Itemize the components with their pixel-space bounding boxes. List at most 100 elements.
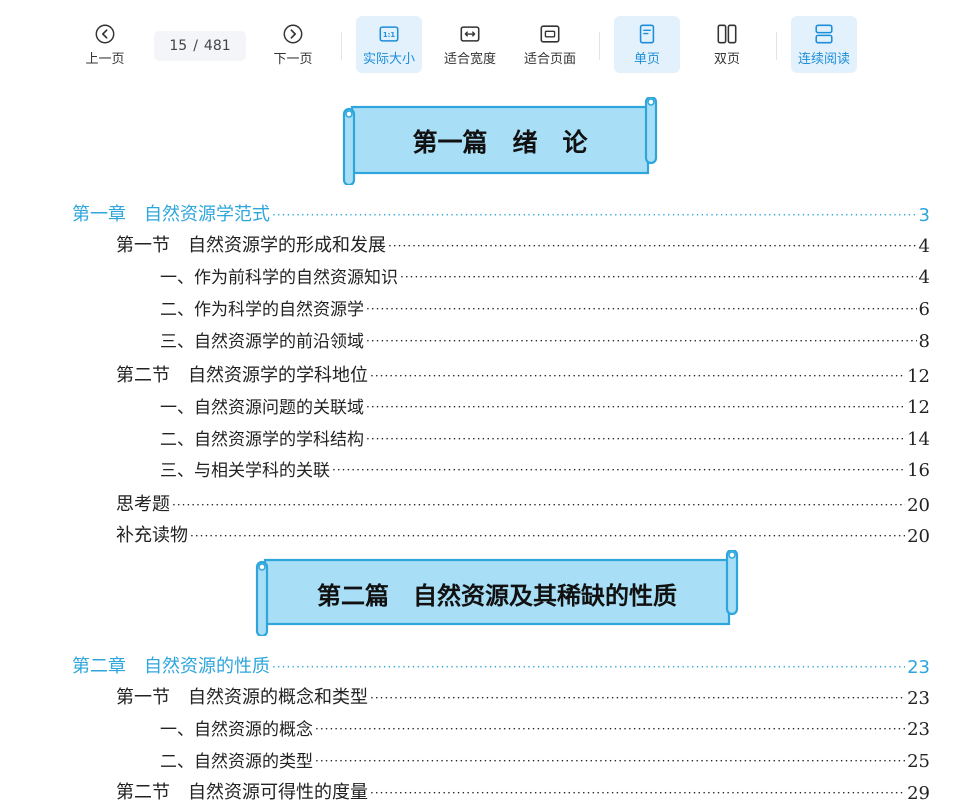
toc-entry-sub[interactable]: 一、自然资源问题的关联域 12	[160, 388, 930, 418]
toc-entry-sub[interactable]: 二、作为科学的自然资源学 6	[160, 290, 930, 320]
toc-entry-sub[interactable]: 一、自然资源的概念 23	[160, 710, 930, 740]
toc-leader-dots	[366, 302, 917, 316]
total-pages: 481	[203, 38, 231, 54]
next-page-label: 下一页	[273, 51, 313, 67]
toc-entry-page-number: 23	[907, 688, 930, 709]
toc-entry-sub[interactable]: 二、自然资源的类型 25	[160, 742, 930, 772]
toc-leader-dots	[370, 691, 905, 705]
fit-page-label: 适合页面	[523, 51, 576, 67]
continuous-reading-label: 连续阅读	[797, 51, 850, 67]
toc-entry-chapter[interactable]: 第二章 自然资源的性质 23	[72, 648, 930, 678]
toc-entry-section[interactable]: 第一节 自然资源的概念和类型 23	[116, 679, 930, 709]
part-title-banner: 第一篇 绪 论	[342, 97, 658, 185]
prev-page-button[interactable]: 上一页	[76, 16, 134, 73]
toc-entry-page-number: 29	[907, 783, 930, 804]
toc-leader-dots	[272, 208, 917, 222]
single-page-button[interactable]: 单页	[614, 16, 680, 73]
toc-entry-title: 补充读物	[116, 525, 188, 546]
single-page-label: 单页	[633, 51, 660, 67]
toc-entry-title: 二、自然资源学的学科结构	[160, 430, 364, 450]
toc-entry-page-number: 4	[918, 236, 930, 257]
fit-width-label: 适合宽度	[443, 51, 496, 67]
toc-entry-page-number: 8	[918, 331, 930, 352]
circle-chevron-right-icon	[283, 24, 303, 43]
toc-entry-sub[interactable]: 一、作为前科学的自然资源知识 4	[160, 258, 930, 288]
toc-leader-dots	[366, 400, 905, 414]
toc-leader-dots	[370, 369, 905, 383]
actual-size-icon-text: 1:1	[383, 30, 396, 38]
page-separator: /	[193, 38, 198, 54]
toc-leader-dots	[366, 334, 917, 348]
toc-entry-title: 第二节 自然资源学的学科地位	[116, 365, 368, 386]
toc-leader-dots	[315, 754, 905, 768]
single-page-icon	[639, 24, 655, 43]
actual-size-button[interactable]: 1:1 实际大小	[356, 16, 422, 73]
page-indicator[interactable]: 15 / 481	[154, 31, 246, 61]
toc-entry-title: 三、自然资源学的前沿领域	[160, 332, 364, 352]
toc-entry-sub[interactable]: 二、自然资源学的学科结构 14	[160, 420, 930, 450]
toc-entry-page-number: 14	[907, 429, 930, 450]
toc-leader-dots	[332, 463, 905, 477]
toc-entry-page-number: 25	[907, 751, 930, 772]
toc-leader-dots	[172, 498, 905, 512]
toc-entry-title: 二、作为科学的自然资源学	[160, 300, 364, 320]
toc-leader-dots	[366, 432, 905, 446]
fit-width-button[interactable]: 适合宽度	[436, 16, 504, 73]
prev-page-label: 上一页	[85, 51, 125, 67]
toolbar-divider	[776, 32, 777, 60]
toc-entry-section[interactable]: 思考题 20	[116, 486, 930, 516]
fit-width-icon	[460, 25, 480, 42]
toc-entry-title: 第二节 自然资源可得性的度量	[116, 782, 368, 803]
toc-entry-title: 第二章 自然资源的性质	[72, 656, 270, 677]
next-page-button[interactable]: 下一页	[264, 16, 322, 73]
toc-entry-sub[interactable]: 三、自然资源学的前沿领域 8	[160, 322, 930, 352]
toc-entry-section[interactable]: 补充读物 20	[116, 517, 930, 547]
toc-entry-title: 一、自然资源的概念	[160, 720, 313, 740]
toc-entry-page-number: 12	[907, 397, 930, 418]
toc-entry-page-number: 20	[907, 495, 930, 516]
continuous-reading-icon	[815, 24, 833, 43]
toc-entry-section[interactable]: 第二节 自然资源学的学科地位 12	[116, 357, 930, 387]
toc-entry-chapter[interactable]: 第一章 自然资源学范式 3	[72, 196, 930, 226]
toc-entry-title: 一、自然资源问题的关联域	[160, 398, 364, 418]
toolbar-divider	[341, 32, 342, 60]
viewer-toolbar: 上一页 15 / 481 下一页 1:1 实际大小 适合宽度 适合页面 单页 双…	[0, 0, 968, 88]
toc-entry-page-number: 3	[918, 205, 930, 226]
part-title: 第一篇 绪 论	[412, 128, 588, 157]
toc-entry-sub[interactable]: 三、与相关学科的关联 16	[160, 451, 930, 481]
toc-entry-title: 第一章 自然资源学范式	[72, 204, 270, 225]
toc-entry-page-number: 20	[907, 526, 930, 547]
toc-entry-title: 第一节 自然资源学的形成和发展	[116, 235, 386, 256]
toc-leader-dots	[370, 786, 905, 800]
toc-entry-section[interactable]: 第一节 自然资源学的形成和发展 4	[116, 227, 930, 257]
toc-leader-dots	[272, 660, 905, 674]
toc-entry-title: 思考题	[116, 494, 170, 515]
toc-entry-title: 一、作为前科学的自然资源知识	[160, 268, 398, 288]
circle-chevron-left-icon	[95, 24, 115, 43]
part-title-banner: 第二篇 自然资源及其稀缺的性质	[255, 550, 739, 636]
actual-size-label: 实际大小	[362, 51, 415, 67]
fit-page-icon	[540, 24, 560, 43]
part-title: 第二篇 自然资源及其稀缺的性质	[317, 580, 677, 610]
toc-entry-page-number: 12	[907, 366, 930, 387]
toc-leader-dots	[190, 529, 905, 543]
double-page-button[interactable]: 双页	[694, 16, 760, 73]
current-page-number[interactable]: 15	[169, 38, 187, 54]
toc-entry-section[interactable]: 第二节 自然资源可得性的度量 29	[116, 774, 930, 804]
toc-leader-dots	[388, 239, 917, 253]
toc-entry-title: 第一节 自然资源的概念和类型	[116, 687, 368, 708]
toc-entry-page-number: 23	[907, 657, 930, 678]
toc-entry-title: 二、自然资源的类型	[160, 752, 313, 772]
toc-entry-page-number: 6	[918, 299, 930, 320]
fit-page-button[interactable]: 适合页面	[516, 16, 584, 73]
double-page-label: 双页	[713, 51, 740, 67]
toc-entry-title: 三、与相关学科的关联	[160, 461, 330, 481]
actual-size-icon: 1:1	[379, 25, 399, 42]
toc-entry-page-number: 16	[907, 460, 930, 481]
continuous-reading-button[interactable]: 连续阅读	[791, 16, 857, 73]
toc-leader-dots	[400, 270, 917, 284]
double-page-icon	[717, 24, 737, 43]
toc-leader-dots	[315, 722, 905, 736]
toc-entry-page-number: 4	[918, 267, 930, 288]
toolbar-divider	[599, 32, 600, 60]
